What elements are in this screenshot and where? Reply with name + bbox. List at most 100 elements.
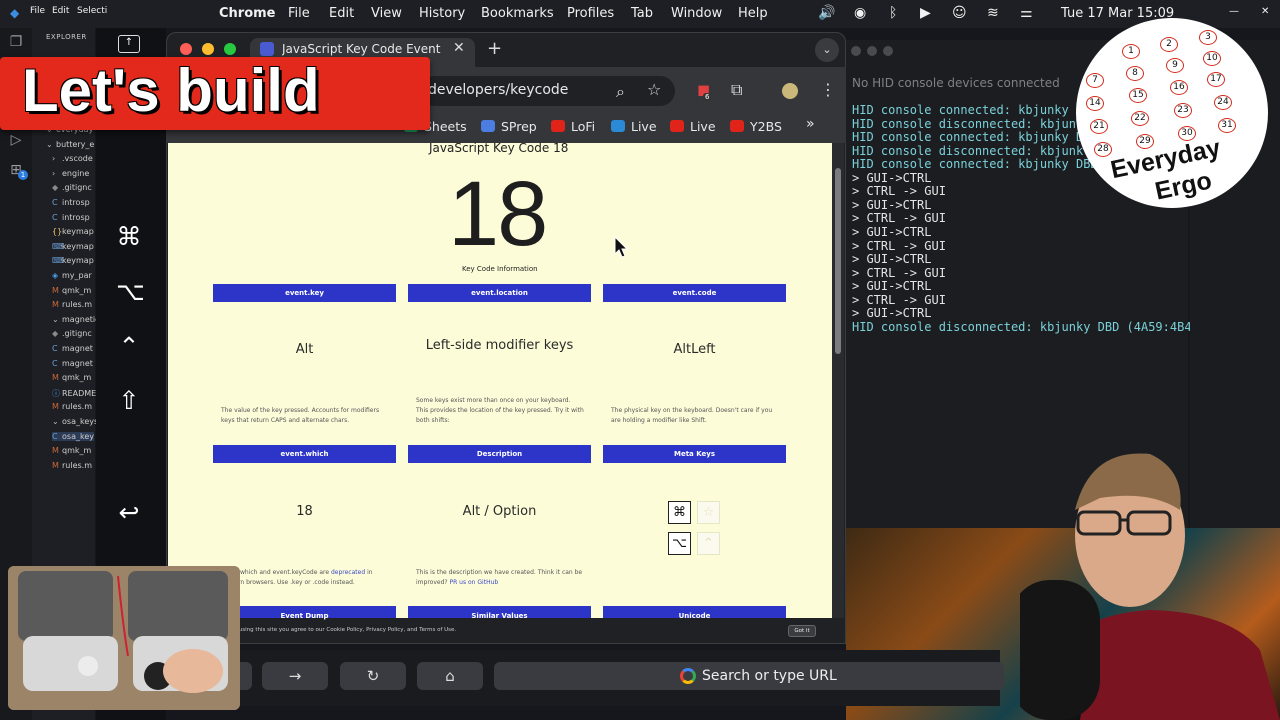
tab-close-icon[interactable]: ✕ [453, 40, 465, 56]
zoom-icon[interactable]: ⌕ [616, 82, 625, 102]
logo-date-number: 15 [1129, 88, 1147, 103]
explorer-title: EXPLORER [46, 33, 87, 41]
bookmark-live-outlook[interactable]: Live [611, 119, 657, 134]
file-tree-item[interactable]: ◆ .gitignc [52, 183, 92, 192]
volume-icon[interactable]: 🔊 [818, 5, 835, 21]
file-tree-item[interactable]: ◈ my_par [52, 271, 92, 280]
menu-bookmarks[interactable]: Bookmarks [481, 6, 554, 21]
gem-icon: ◈ [52, 271, 59, 280]
file-tree-item[interactable]: Cmagnet [52, 359, 93, 368]
github-pr-link[interactable]: PR us on GitHub [449, 579, 498, 586]
file-tree-item[interactable]: Cintrosp [52, 198, 90, 207]
upload-icon[interactable]: ↑ [118, 35, 140, 53]
wifi-icon[interactable]: ≋ [987, 5, 999, 21]
file-tree-item[interactable]: ⌄ buttery_e [46, 140, 94, 149]
bookmark-lofi[interactable]: LoFi [551, 119, 595, 134]
vscode-menu-selection[interactable]: Selecti [77, 6, 107, 16]
more-menu-icon[interactable]: ⋮ [820, 80, 836, 99]
new-tab-button[interactable]: + [487, 38, 502, 59]
vscode-icon[interactable]: ◆ [10, 6, 19, 20]
terminal-status: No HID console devices connected [852, 76, 1060, 90]
menu-help[interactable]: Help [738, 6, 768, 21]
user-icon[interactable]: ☺ [952, 5, 967, 21]
deprecated-link[interactable]: deprecated [331, 569, 365, 576]
terminal-line: > GUI->CTRL [852, 306, 932, 321]
file-tree-label: osa_key [62, 431, 94, 441]
file-tree-item[interactable]: › .vscode [52, 154, 93, 163]
vscode-menu-file[interactable]: File [30, 6, 45, 16]
run-debug-icon[interactable]: ▷ [8, 132, 24, 148]
bookmark-star-icon[interactable]: ☆ [647, 80, 661, 99]
file-tree-label: osa_keys [62, 417, 99, 426]
menu-file[interactable]: File [288, 6, 310, 21]
tab-search-chevron-icon[interactable]: ⌄ [815, 38, 839, 62]
terminal-line: > GUI->CTRL [852, 224, 932, 239]
file-tree-item[interactable]: Mrules.m [52, 402, 92, 411]
bookmark-y2bs[interactable]: Y2BS [730, 119, 782, 134]
bookmark-live-youtube[interactable]: Live [670, 119, 716, 134]
terminal-line: > CTRL -> GUI [852, 292, 946, 307]
menu-view[interactable]: View [371, 6, 402, 21]
url-text[interactable]: developers/keycode [428, 82, 568, 98]
file-tree-label: rules.m [62, 300, 93, 310]
reload-button[interactable]: ↻ [340, 662, 406, 690]
file-tree-item[interactable]: Cintrosp [52, 213, 90, 222]
files-icon[interactable]: ❐ [8, 34, 24, 50]
terminal-line: > CTRL -> GUI [852, 238, 946, 253]
file-tree-item[interactable]: Cmagnet [52, 344, 93, 353]
file-tree-item[interactable]: ◆ .gitignc [52, 329, 92, 338]
file-tree-item[interactable]: {}keymap [52, 227, 94, 236]
close-traffic-light[interactable] [180, 43, 192, 55]
play-icon[interactable]: ▶ [920, 5, 931, 21]
minimize-window-icon[interactable]: — [1229, 6, 1239, 17]
file-tree-item[interactable]: Mrules.m [52, 300, 92, 309]
banner-text: Let's build [22, 57, 320, 124]
vscode-menu-edit[interactable]: Edit [52, 6, 69, 16]
file-tree-item[interactable]: Mqmk_m [52, 446, 91, 455]
minimize-traffic-light[interactable] [202, 43, 214, 55]
screen: ◆ File Edit Selecti Chrome File Edit Vie… [0, 0, 1280, 720]
terminal-line: > GUI->CTRL [852, 197, 932, 212]
terminal-minimize-light[interactable] [867, 46, 877, 56]
terminal-close-light[interactable] [851, 46, 861, 56]
file-tree-label: buttery_e [56, 139, 95, 149]
extensions-puzzle-icon[interactable]: ⧉ [731, 80, 742, 100]
menu-tab[interactable]: Tab [631, 6, 653, 21]
menu-profiles[interactable]: Profiles [567, 6, 614, 21]
file-tree-item[interactable]: › engine [52, 169, 89, 178]
bookmark-label: Y2BS [750, 119, 782, 134]
file-tree-item[interactable]: ⌄ magnetic [52, 315, 100, 324]
file-tree-item[interactable]: ⌨keymap [52, 242, 94, 251]
file-tree-item[interactable]: ⌄ osa_keys [52, 417, 98, 426]
terminal-line: HID console disconnected: kbjunk [852, 143, 1084, 158]
airplay-icon[interactable]: ◉ [854, 5, 866, 21]
file-tree-item[interactable]: ⓘ README [52, 388, 96, 399]
menu-edit[interactable]: Edit [329, 6, 354, 21]
file-tree-item[interactable]: Cosa_key [52, 431, 94, 441]
card-header-event-key: event.key [213, 284, 396, 302]
file-tree-item[interactable]: Mqmk_m [52, 286, 91, 295]
search-placeholder[interactable]: Search or type URL [702, 668, 837, 684]
terminal-zoom-light[interactable] [883, 46, 893, 56]
control-center-icon[interactable]: ⚌ [1020, 5, 1033, 21]
file-tree-item[interactable]: ⌨keymap [52, 256, 94, 265]
bluetooth-icon[interactable]: ᛒ [889, 5, 897, 21]
more-bookmarks-button[interactable]: » [806, 116, 815, 132]
forward-button[interactable]: → [262, 662, 328, 690]
card-header-meta-keys: Meta Keys [603, 445, 786, 463]
file-tree-item[interactable]: Mqmk_m [52, 373, 91, 382]
card-value-event-key: Alt [295, 342, 314, 357]
app-menu-chrome[interactable]: Chrome [219, 6, 276, 21]
menu-window[interactable]: Window [671, 6, 722, 21]
close-window-icon[interactable]: ✕ [1261, 6, 1269, 17]
home-button[interactable]: ⌂ [417, 662, 483, 690]
profile-avatar[interactable] [782, 83, 798, 99]
bookmark-sprep[interactable]: SPrep [481, 119, 537, 134]
file-tree-item[interactable]: Mrules.m [52, 461, 92, 470]
card-value-event-which: 18 [296, 504, 313, 519]
scrollbar-thumb[interactable] [835, 168, 841, 354]
menu-history[interactable]: History [419, 6, 465, 21]
cookie-got-it-button[interactable]: Got it [788, 625, 816, 637]
zoom-traffic-light[interactable] [224, 43, 236, 55]
file-tree-label: magnetic [62, 314, 100, 324]
